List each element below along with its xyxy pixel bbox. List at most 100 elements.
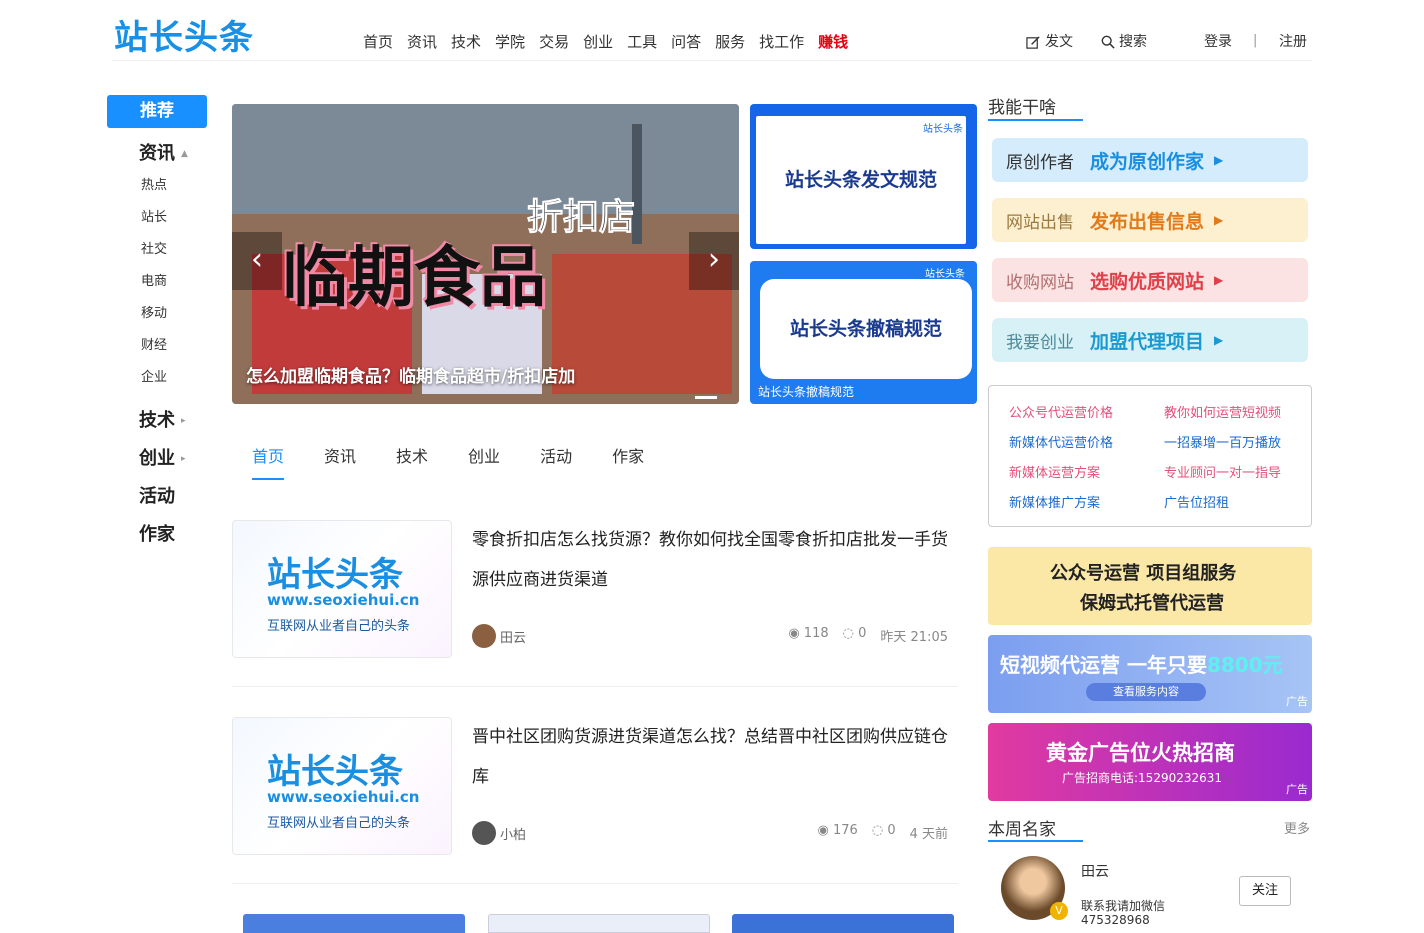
sub-hot[interactable]: 热点	[141, 174, 167, 193]
sub-social[interactable]: 社交	[141, 238, 167, 257]
service-label: 原创作者	[1006, 152, 1074, 173]
comment-count: ◌ 0	[843, 626, 867, 645]
content-tabs: 首页 资讯 技术 创业 活动 作家	[252, 446, 684, 480]
header-separator: |	[1253, 33, 1258, 48]
article-thumbnail[interactable]	[732, 914, 954, 933]
author-name: 田云	[500, 630, 527, 646]
service-original-author[interactable]: 原创作者 成为原创作家 ▶	[992, 138, 1308, 182]
ad-line-1: 短视频代运营 一年只要8800元	[1000, 649, 1283, 678]
ad-button[interactable]: 查看服务内容	[1086, 683, 1206, 701]
article-divider	[232, 883, 958, 884]
promo-withdraw-rules[interactable]: 站长头条撤稿规范 站长头条 站长头条撤稿规范	[750, 261, 977, 404]
service-label: 收购网站	[1006, 272, 1074, 293]
article-title[interactable]: 零食折扣店怎么找货源？教你如何找全国零食折扣店批发一手货源供应商进货渠道	[472, 520, 962, 600]
category-news[interactable]: 资讯 ▲	[139, 139, 188, 165]
article-thumbnail[interactable]	[488, 914, 710, 933]
article-item[interactable]: 站长头条 www.seoxiehui.cn 互联网从业者自己的头条 零食折扣店怎…	[232, 520, 958, 660]
tab-startup[interactable]: 创业	[468, 446, 500, 468]
ad-short-video[interactable]: 短视频代运营 一年只要8800元 查看服务内容 广告	[988, 635, 1312, 713]
arrow-right-icon: ▶	[1214, 333, 1224, 347]
arrow-right-icon: ▶	[1214, 153, 1224, 167]
follow-button[interactable]: 关注	[1239, 876, 1291, 906]
famous-wechat: 475328968	[1081, 913, 1150, 927]
article-divider	[232, 686, 958, 687]
service-site-sale[interactable]: 网站出售 发布出售信息 ▶	[992, 198, 1308, 242]
slide-caption[interactable]: 怎么加盟临期食品？临期食品超市/折扣店加	[246, 362, 575, 387]
nav-home[interactable]: 首页	[363, 31, 393, 53]
sub-enterprise[interactable]: 企业	[141, 366, 167, 385]
tab-tech[interactable]: 技术	[396, 446, 428, 468]
thumbnail-slogan: 互联网从业者自己的头条	[267, 619, 411, 634]
ad-wechat-operation[interactable]: 公众号运营 项目组服务 保姆式托管代运营	[988, 547, 1312, 625]
article-author[interactable]: 小柏	[472, 821, 526, 845]
nav-qa[interactable]: 问答	[671, 31, 701, 53]
search-button[interactable]: 搜索	[1101, 31, 1147, 53]
thumbnail-url: www.seoxiehui.cn	[267, 591, 420, 609]
caret-up-icon: ▲	[181, 149, 188, 159]
carousel-next-button[interactable]: ›	[689, 232, 739, 290]
sub-webmaster[interactable]: 站长	[141, 206, 167, 225]
promo-withdraw-tag: 站长头条	[925, 269, 965, 280]
sub-mobile[interactable]: 移动	[141, 302, 167, 321]
nav-tech[interactable]: 技术	[451, 31, 481, 53]
article-thumbnail[interactable]	[243, 914, 465, 933]
arrow-right-icon: ▶	[1214, 213, 1224, 227]
site-header: 站长头条 首页 资讯 技术 学院 交易 创业 工具 问答 服务 找工作 赚钱 发…	[0, 0, 1424, 60]
nav-news[interactable]: 资讯	[407, 31, 437, 53]
nav-earn[interactable]: 赚钱	[818, 31, 848, 53]
ad-gold-slot[interactable]: 黄金广告位火热招商 广告招商电话:15290232631 广告	[988, 723, 1312, 801]
famous-name[interactable]: 田云	[1081, 861, 1109, 881]
eye-icon: ◉	[817, 823, 833, 838]
nav-service[interactable]: 服务	[715, 31, 745, 53]
quick-link[interactable]: 专业顾问一对一指导	[1164, 462, 1281, 481]
nav-jobs[interactable]: 找工作	[759, 31, 804, 53]
post-button[interactable]: 发文	[1026, 31, 1073, 53]
tab-activity[interactable]: 活动	[540, 446, 572, 468]
article-title[interactable]: 晋中社区团购货源进货渠道怎么找？总结晋中社区团购供应链仓库	[472, 717, 962, 797]
carousel-prev-button[interactable]: ‹	[232, 232, 282, 290]
promo-publish-rules[interactable]: 站长头条发文规范 站长头条	[750, 104, 977, 249]
sub-finance[interactable]: 财经	[141, 334, 167, 353]
category-startup[interactable]: 创业 ▸	[139, 444, 186, 470]
quick-link[interactable]: 新媒体代运营价格	[1009, 432, 1113, 451]
carousel-indicator[interactable]	[695, 396, 717, 399]
caret-right-icon: ▸	[181, 416, 186, 426]
nav-tools[interactable]: 工具	[627, 31, 657, 53]
promo-publish-title: 站长头条发文规范	[756, 116, 966, 244]
service-action: 加盟代理项目	[1090, 330, 1205, 353]
article-author[interactable]: 田云	[472, 624, 526, 648]
hero-carousel[interactable]: 折扣店 临期食品 ‹ › 怎么加盟临期食品？临期食品超市/折扣店加	[232, 104, 739, 404]
quick-link[interactable]: 新媒体推广方案	[1009, 492, 1100, 511]
sub-ecommerce[interactable]: 电商	[141, 270, 167, 289]
avatar	[472, 821, 496, 845]
service-buy-site[interactable]: 收购网站 选购优质网站 ▶	[992, 258, 1308, 302]
quick-link[interactable]: 公众号代运营价格	[1009, 402, 1113, 421]
category-tech[interactable]: 技术 ▸	[139, 406, 186, 432]
comment-count-value: 0	[887, 823, 896, 838]
article-thumbnail[interactable]: 站长头条 www.seoxiehui.cn 互联网从业者自己的头条	[232, 717, 452, 855]
article-thumbnail[interactable]: 站长头条 www.seoxiehui.cn 互联网从业者自己的头条	[232, 520, 452, 658]
service-startup[interactable]: 我要创业 加盟代理项目 ▶	[992, 318, 1308, 362]
tab-news[interactable]: 资讯	[324, 446, 356, 468]
recommend-button[interactable]: 推荐	[107, 95, 207, 128]
nav-startup[interactable]: 创业	[583, 31, 613, 53]
tab-author[interactable]: 作家	[612, 446, 644, 468]
quick-link[interactable]: 新媒体运营方案	[1009, 462, 1100, 481]
login-link[interactable]: 登录	[1204, 31, 1232, 53]
ad-tag: 广告	[1286, 695, 1308, 708]
tab-home[interactable]: 首页	[252, 446, 285, 480]
more-link[interactable]: 更多	[1284, 818, 1310, 837]
category-activity[interactable]: 活动	[139, 482, 175, 508]
quick-link[interactable]: 一招暴增一百万播放	[1164, 432, 1281, 451]
article-item[interactable]: 站长头条 www.seoxiehui.cn 互联网从业者自己的头条 晋中社区团购…	[232, 717, 958, 857]
nav-trade[interactable]: 交易	[539, 31, 569, 53]
quick-link[interactable]: 教你如何运营短视频	[1164, 402, 1281, 421]
nav-academy[interactable]: 学院	[495, 31, 525, 53]
category-author[interactable]: 作家	[139, 520, 175, 546]
register-link[interactable]: 注册	[1279, 31, 1307, 53]
site-logo[interactable]: 站长头条	[114, 18, 254, 58]
quick-link[interactable]: 广告位招租	[1164, 492, 1229, 511]
eye-icon: ◉	[788, 626, 804, 641]
service-label: 网站出售	[1006, 212, 1074, 233]
ad-text: 短视频代运营	[1000, 653, 1120, 677]
